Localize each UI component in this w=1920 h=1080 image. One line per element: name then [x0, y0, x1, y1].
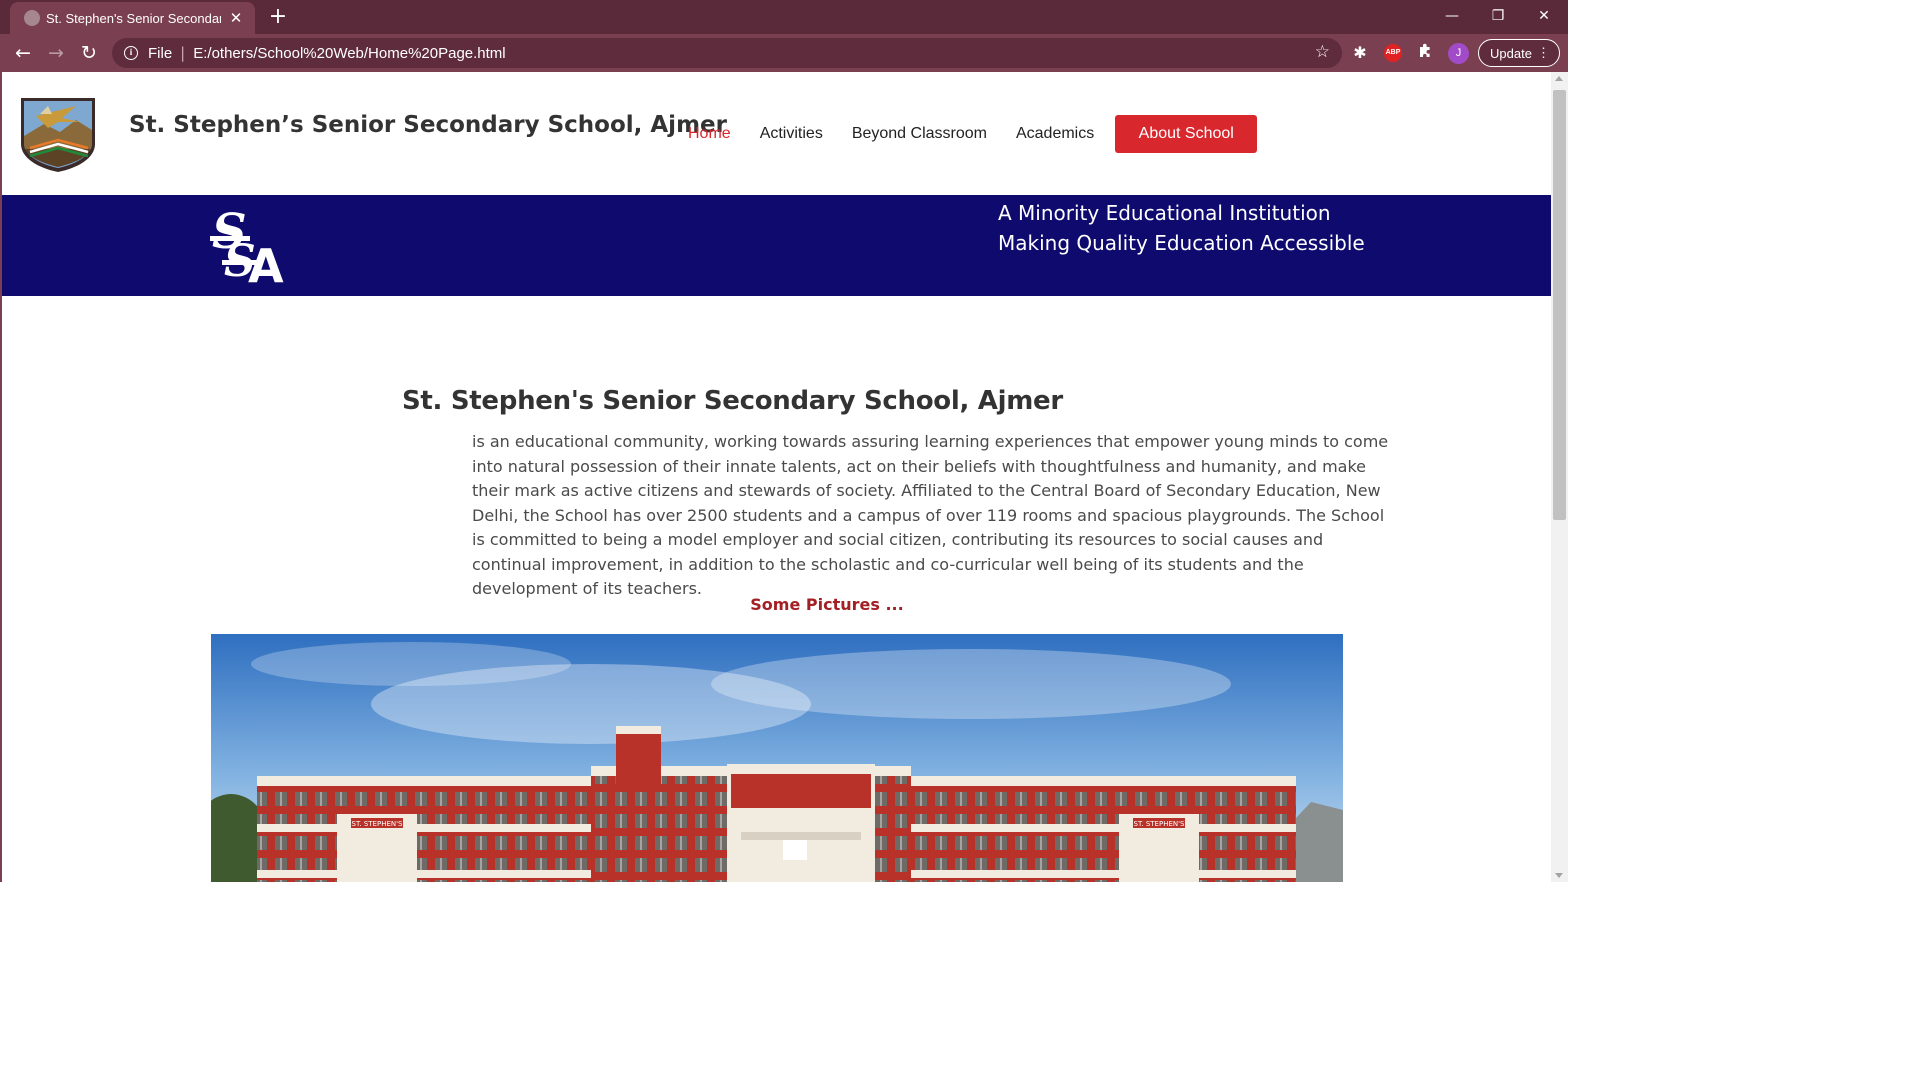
about-school-button[interactable]: About School — [1115, 115, 1258, 153]
window-border — [0, 72, 2, 882]
update-button[interactable]: Update ⋮ — [1478, 39, 1560, 67]
gear-extension-icon[interactable]: ✱ — [1349, 42, 1371, 64]
main-navigation: Home Activities Beyond Classroom Academi… — [688, 115, 1258, 153]
nav-activities[interactable]: Activities — [760, 125, 823, 143]
banner-tagline-2: Making Quality Education Accessible — [998, 231, 1365, 255]
bookmark-star-icon[interactable]: ☆ — [1315, 42, 1330, 62]
menu-dots-icon[interactable]: ⋮ — [1537, 46, 1550, 60]
ssa-monogram-logo: S S A — [208, 198, 298, 293]
info-icon[interactable]: i — [124, 46, 138, 60]
scroll-up-arrow-icon[interactable] — [1555, 76, 1563, 81]
tab-favicon-icon — [24, 10, 40, 26]
update-label: Update — [1490, 45, 1532, 61]
intro-paragraph: is an educational community, working tow… — [472, 432, 1389, 598]
address-separator: | — [180, 44, 186, 62]
adblock-extension-icon[interactable]: ABP — [1384, 44, 1402, 62]
address-bar[interactable]: i File | E:/others/School%20Web/Home%20P… — [112, 38, 1342, 68]
tab-title: St. Stephen's Senior Secondary S — [46, 10, 221, 26]
browser-tab[interactable]: St. Stephen's Senior Secondary S ✕ — [10, 2, 255, 34]
minimize-icon[interactable]: — — [1437, 4, 1467, 28]
scrollbar-thumb[interactable] — [1553, 90, 1566, 520]
intro-heading: St. Stephen's Senior Secondary School, A… — [402, 386, 1063, 416]
vertical-scrollbar[interactable] — [1551, 72, 1568, 882]
building-sign-left: ST. STEPHEN'S — [352, 820, 404, 828]
nav-home[interactable]: Home — [688, 125, 731, 143]
new-tab-button[interactable]: + — [266, 5, 290, 29]
address-scheme: File — [148, 44, 173, 62]
banner-tagline-1: A Minority Educational Institution — [998, 201, 1331, 225]
browser-toolbar: ← → ↻ i File | E:/others/School%20Web/Ho… — [0, 34, 1568, 72]
profile-avatar[interactable]: J — [1448, 43, 1469, 64]
hero-banner: S S A A Minority Educational Institution… — [2, 195, 1551, 296]
nav-beyond-classroom[interactable]: Beyond Classroom — [852, 125, 987, 143]
building-sign-right: ST. STEPHEN'S — [1134, 820, 1186, 828]
site-title[interactable]: St. Stephen’s Senior Secondary School, A… — [129, 112, 727, 138]
school-crest-logo[interactable] — [18, 96, 98, 174]
close-window-icon[interactable]: ✕ — [1529, 4, 1559, 28]
address-url[interactable]: E:/others/School%20Web/Home%20Page.html — [193, 45, 505, 62]
gallery-heading: Some Pictures ... — [750, 595, 904, 614]
scroll-down-arrow-icon[interactable] — [1555, 873, 1563, 878]
restore-icon[interactable]: ❐ — [1483, 4, 1513, 28]
forward-icon[interactable]: → — [43, 40, 69, 66]
nav-academics[interactable]: Academics — [1016, 125, 1094, 143]
school-building-photo[interactable]: ST. STEPHEN'S ST. STEPHEN'S — [211, 634, 1343, 882]
tab-close-icon[interactable]: ✕ — [227, 9, 245, 27]
reload-icon[interactable]: ↻ — [76, 40, 102, 66]
browser-title-bar: St. Stephen's Senior Secondary S ✕ + — ❐… — [0, 0, 1568, 34]
back-icon[interactable]: ← — [10, 40, 36, 66]
extensions-puzzle-icon[interactable] — [1415, 42, 1437, 64]
page-viewport: St. Stephen’s Senior Secondary School, A… — [0, 72, 1568, 882]
